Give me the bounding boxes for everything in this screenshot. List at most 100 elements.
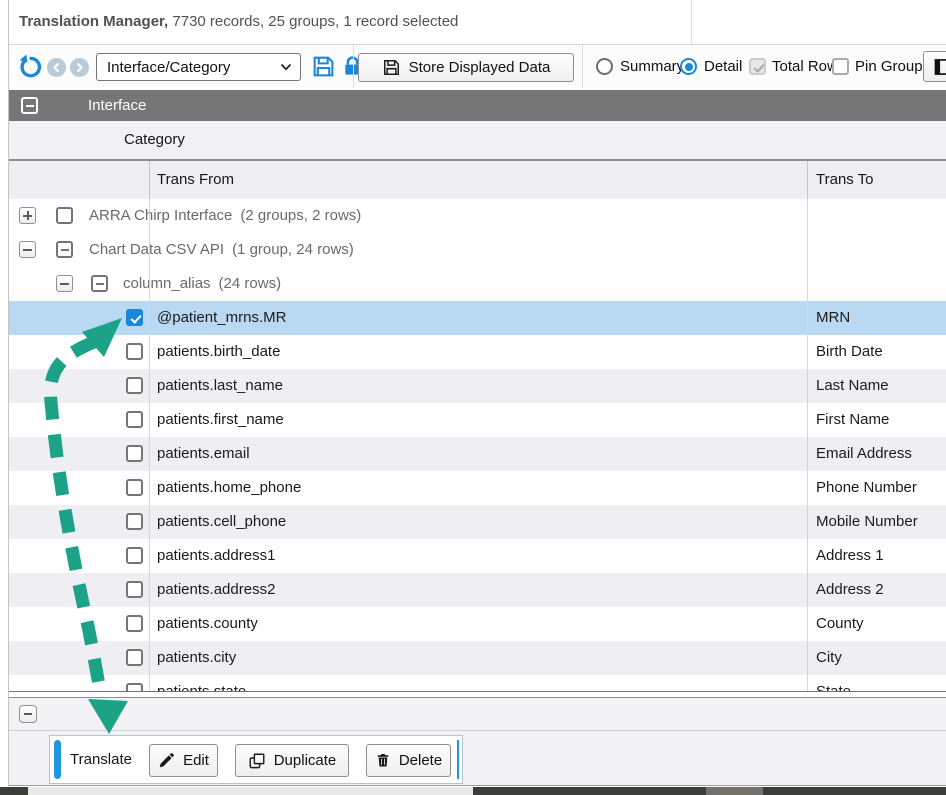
- table-row[interactable]: patients.cell_phone Mobile Number: [9, 505, 946, 539]
- trans-to-column-header[interactable]: Trans To: [816, 161, 874, 199]
- table-row[interactable]: patients.address2 Address 2: [9, 573, 946, 607]
- tree-toggle-icon[interactable]: [19, 241, 36, 258]
- grid-rows: ARRA Chirp Interface(2 groups, 2 rows) C…: [9, 199, 946, 692]
- summary-radio-label[interactable]: Summary: [620, 45, 684, 88]
- collapse-bottom-panel-icon[interactable]: [19, 705, 37, 723]
- row-checkbox[interactable]: [126, 513, 143, 530]
- trans-from-value: patients.last_name: [157, 369, 283, 403]
- row-checkbox[interactable]: [126, 479, 143, 496]
- row-checkbox[interactable]: [126, 343, 143, 360]
- table-row[interactable]: patients.first_name First Name: [9, 403, 946, 437]
- row-checkbox[interactable]: [126, 547, 143, 564]
- trans-to-value: County: [816, 607, 864, 641]
- table-row[interactable]: ARRA Chirp Interface(2 groups, 2 rows): [9, 199, 946, 233]
- row-checkbox[interactable]: [126, 683, 143, 692]
- row-checkbox[interactable]: [126, 411, 143, 428]
- trans-to-value: Phone Number: [816, 471, 917, 505]
- table-row[interactable]: @patient_mrns.MR MRN: [9, 301, 946, 335]
- table-row[interactable]: patients.address1 Address 1: [9, 539, 946, 573]
- trans-from-value: patients.state: [157, 675, 246, 692]
- trans-from-value: column_alias: [123, 267, 211, 301]
- toolbar: Interface/Category Store Displayed D: [9, 45, 946, 88]
- row-checkbox[interactable]: [126, 309, 143, 326]
- save-icon[interactable]: [311, 54, 336, 79]
- detail-radio-label[interactable]: Detail: [704, 45, 742, 88]
- bottom-panel-header: [9, 697, 946, 731]
- trans-to-value: First Name: [816, 403, 889, 437]
- chevron-right-icon: [74, 62, 85, 73]
- trans-from-column-header[interactable]: Trans From: [157, 161, 234, 199]
- table-row[interactable]: patients.birth_date Birth Date: [9, 335, 946, 369]
- title-bar: Translation Manager, 7730 records, 25 gr…: [9, 0, 946, 45]
- bottom-action-strip: Translate Edit Duplicate: [9, 731, 946, 785]
- group-count: (1 group, 24 rows): [232, 233, 354, 267]
- split-panel-icon: [932, 57, 946, 77]
- row-checkbox[interactable]: [126, 445, 143, 462]
- row-checkbox[interactable]: [126, 581, 143, 598]
- trans-from-value: patients.city: [157, 641, 236, 675]
- pin-groups-label[interactable]: Pin Groups: [855, 45, 930, 88]
- table-row[interactable]: patients.city City: [9, 641, 946, 675]
- duplicate-button[interactable]: Duplicate: [235, 744, 349, 777]
- delete-button[interactable]: Delete: [366, 744, 451, 777]
- detail-radio[interactable]: [680, 58, 697, 75]
- trans-from-value: patients.address2: [157, 573, 275, 607]
- category-group-bar: Category: [9, 121, 946, 161]
- edit-button[interactable]: Edit: [149, 744, 218, 777]
- tree-toggle-icon[interactable]: [19, 207, 36, 224]
- delete-button-label: Delete: [399, 752, 442, 769]
- trans-to-value: Address 2: [816, 573, 884, 607]
- page-title-summary: 7730 records, 25 groups, 1 record select…: [168, 13, 458, 30]
- table-row[interactable]: patients.last_name Last Name: [9, 369, 946, 403]
- category-header-label: Category: [124, 121, 185, 159]
- group-count: (2 groups, 2 rows): [240, 199, 361, 233]
- title-divider: [691, 0, 692, 44]
- table-row[interactable]: Chart Data CSV API(1 group, 24 rows): [9, 233, 946, 267]
- view-mode-select[interactable]: Interface/Category: [96, 53, 301, 81]
- group-count: (24 rows): [219, 267, 282, 301]
- table-row[interactable]: patients.email Email Address: [9, 437, 946, 471]
- duplicate-button-label: Duplicate: [274, 752, 337, 769]
- table-row[interactable]: patients.state State: [9, 675, 946, 692]
- table-row[interactable]: patients.county County: [9, 607, 946, 641]
- row-checkbox[interactable]: [91, 275, 108, 292]
- chevron-down-icon: [280, 63, 292, 71]
- trans-to-value: Last Name: [816, 369, 889, 403]
- trans-to-value: Birth Date: [816, 335, 883, 369]
- row-checkbox[interactable]: [126, 649, 143, 666]
- trans-to-value: Mobile Number: [816, 505, 918, 539]
- total-row-checkbox[interactable]: [749, 58, 766, 75]
- collapse-interface-icon[interactable]: [21, 97, 38, 114]
- trans-to-value: MRN: [816, 301, 850, 335]
- nav-forward-button[interactable]: [70, 58, 89, 77]
- trash-icon: [375, 752, 391, 769]
- store-displayed-data-button[interactable]: Store Displayed Data: [358, 53, 574, 82]
- translate-accent-bar: [54, 740, 61, 779]
- refresh-icon[interactable]: [17, 54, 43, 80]
- row-checkbox[interactable]: [56, 207, 73, 224]
- trans-from-value: Chart Data CSV API: [89, 233, 224, 267]
- table-row[interactable]: patients.home_phone Phone Number: [9, 471, 946, 505]
- summary-radio[interactable]: [596, 58, 613, 75]
- translate-group-label: Translate: [70, 736, 132, 783]
- trans-from-value: patients.home_phone: [157, 471, 301, 505]
- row-checkbox[interactable]: [126, 615, 143, 632]
- trans-from-value: patients.birth_date: [157, 335, 280, 369]
- interface-group-bar: Interface: [9, 90, 946, 121]
- trans-from-value: patients.county: [157, 607, 258, 641]
- pencil-icon: [158, 752, 175, 769]
- duplicate-icon: [248, 752, 266, 770]
- tree-toggle-icon[interactable]: [56, 275, 73, 292]
- view-mode-value: Interface/Category: [107, 59, 280, 76]
- total-row-label[interactable]: Total Row: [772, 45, 838, 88]
- nav-back-button[interactable]: [47, 58, 66, 77]
- pin-groups-checkbox[interactable]: [832, 58, 849, 75]
- toggle-panel-button[interactable]: [923, 51, 946, 82]
- chevron-left-icon: [51, 62, 62, 73]
- row-checkbox[interactable]: [126, 377, 143, 394]
- trans-from-value: patients.email: [157, 437, 250, 471]
- trans-from-value: ARRA Chirp Interface: [89, 199, 232, 233]
- table-row[interactable]: column_alias(24 rows): [9, 267, 946, 301]
- row-checkbox[interactable]: [56, 241, 73, 258]
- trans-from-value: patients.address1: [157, 539, 275, 573]
